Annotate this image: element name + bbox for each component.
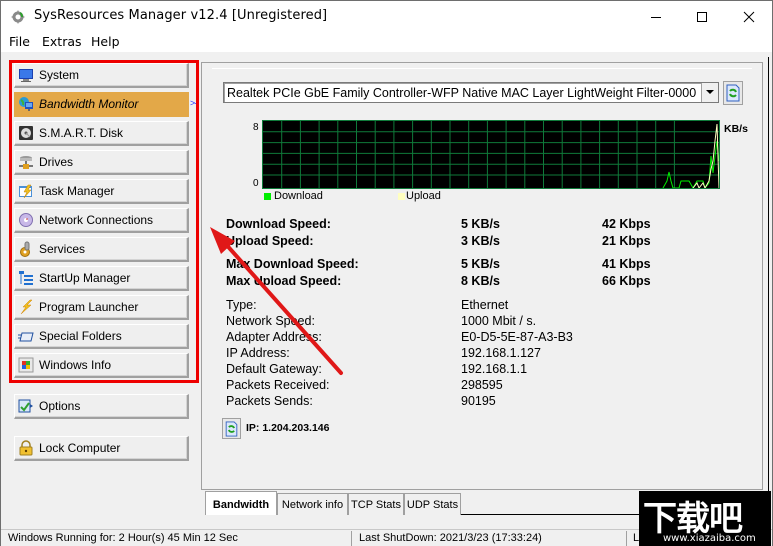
- refresh-icon: [225, 420, 238, 437]
- status-separator: [626, 531, 627, 546]
- tab-udp-stats[interactable]: UDP Stats: [404, 493, 461, 515]
- graph-y-min-label: 0: [253, 178, 259, 189]
- close-button[interactable]: [726, 1, 772, 32]
- packets-sends-label: Packets Sends:: [226, 394, 313, 408]
- menu-help[interactable]: Help: [91, 34, 120, 49]
- watermark-url: www.xiazaiba.com: [663, 533, 756, 544]
- bandwidth-graph-canvas: [263, 121, 720, 190]
- lock-computer-label: Lock Computer: [39, 441, 121, 455]
- packets-received-value: 298595: [461, 378, 503, 392]
- tab-network-info[interactable]: Network info: [277, 493, 348, 515]
- options-label: Options: [39, 399, 81, 413]
- adapter-select-value: Realtek PCIe GbE Family Controller-WFP N…: [227, 86, 697, 100]
- right-edge-line: [768, 57, 769, 529]
- download-speed-label: Download Speed:: [226, 217, 331, 231]
- menu-file[interactable]: File: [9, 34, 30, 49]
- packets-received-label: Packets Received:: [226, 378, 330, 392]
- graph-y-max-label: 8: [253, 122, 259, 133]
- type-label: Type:: [226, 298, 257, 312]
- legend-upload-swatch: [398, 193, 405, 200]
- lock-computer-button[interactable]: Lock Computer: [14, 436, 189, 461]
- title-bar: SysResources Manager v12.4 [Unregistered…: [1, 1, 772, 32]
- graph-unit-label: KB/s: [724, 123, 748, 135]
- adapter-select[interactable]: Realtek PCIe GbE Family Controller-WFP N…: [223, 82, 719, 103]
- app-window: SysResources Manager v12.4 [Unregistered…: [0, 0, 773, 546]
- maximize-icon: [697, 11, 707, 22]
- dropdown-arrow[interactable]: [701, 83, 718, 102]
- inner-panel-edge: [212, 68, 752, 69]
- status-last-shutdown: Last ShutDown: 2021/3/23 (17:33:24): [359, 532, 542, 544]
- status-separator: [351, 531, 352, 546]
- refresh-adapter-button[interactable]: [723, 81, 743, 105]
- legend-download-label: Download: [274, 190, 323, 202]
- legend-download-swatch: [264, 193, 271, 200]
- refresh-icon: [726, 84, 740, 102]
- upload-speed-kbs: 3 KB/s: [461, 234, 500, 248]
- menu-extras[interactable]: Extras: [42, 34, 82, 49]
- window-title: SysResources Manager v12.4 [Unregistered…: [34, 8, 328, 23]
- legend-upload-label: Upload: [406, 190, 441, 202]
- lock-icon: [19, 440, 33, 456]
- refresh-public-ip-button[interactable]: [222, 418, 241, 439]
- options-icon: [18, 399, 33, 413]
- public-ip-text: IP: 1.204.203.146: [246, 422, 330, 434]
- download-speed-kbs: 5 KB/s: [461, 217, 500, 231]
- minimize-button[interactable]: [633, 1, 679, 32]
- minimize-icon: [651, 16, 661, 18]
- type-value: Ethernet: [461, 298, 509, 312]
- chevron-down-icon: [706, 90, 714, 94]
- packets-sends-value: 90195: [461, 394, 496, 408]
- close-icon: [743, 11, 755, 22]
- default-gateway-value: 192.168.1.1: [461, 362, 528, 376]
- upload-speed-kbps: 21 Kbps: [602, 234, 651, 248]
- adapter-address-label: Adapter Address:: [226, 330, 322, 344]
- status-uptime: Windows Running for: 2 Hour(s) 45 Min 12…: [8, 532, 238, 544]
- app-gear-icon: [11, 10, 25, 24]
- download-speed-kbps: 42 Kbps: [602, 217, 651, 231]
- annotation-highlight-box: [9, 60, 199, 383]
- max-download-speed-label: Max Download Speed:: [226, 257, 359, 271]
- ip-address-label: IP Address:: [226, 346, 290, 360]
- bandwidth-graph: [262, 120, 720, 190]
- adapter-address-value: E0-D5-5E-87-A3-B3: [461, 330, 573, 344]
- menu-bar: File Extras Help: [1, 32, 772, 52]
- tab-tcp-stats[interactable]: TCP Stats: [348, 493, 404, 515]
- network-speed-label: Network Speed:: [226, 314, 315, 328]
- upload-speed-label: Upload Speed:: [226, 234, 314, 248]
- options-button[interactable]: Options: [14, 394, 189, 419]
- max-download-speed-kbs: 5 KB/s: [461, 257, 500, 271]
- network-speed-value: 1000 Mbit / s.: [461, 314, 537, 328]
- max-upload-speed-label: Max Upload Speed:: [226, 274, 342, 288]
- max-upload-speed-kbps: 66 Kbps: [602, 274, 651, 288]
- max-download-speed-kbps: 41 Kbps: [602, 257, 651, 271]
- maximize-button[interactable]: [679, 1, 725, 32]
- default-gateway-label: Default Gateway:: [226, 362, 322, 376]
- watermark-logo: 下载吧 www.xiazaiba.com: [639, 491, 771, 546]
- max-upload-speed-kbs: 8 KB/s: [461, 274, 500, 288]
- tab-bandwidth[interactable]: Bandwidth: [205, 491, 277, 515]
- ip-address-value: 192.168.1.127: [461, 346, 541, 360]
